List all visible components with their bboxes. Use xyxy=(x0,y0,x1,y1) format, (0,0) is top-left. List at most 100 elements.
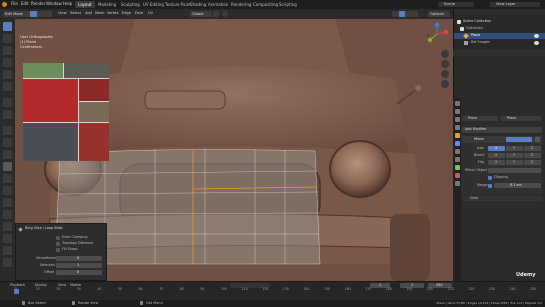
tab-layout[interactable]: Layout xyxy=(75,1,95,8)
visibility-eye-icon[interactable] xyxy=(534,34,539,38)
texture-tab-icon[interactable] xyxy=(455,181,460,186)
inset-tool-icon[interactable] xyxy=(3,138,12,147)
mirror-modifier-panel[interactable]: Mirror Axis X Y Z Bisect X Y Z Flip X Y … xyxy=(462,136,542,194)
modifier-tab-icon[interactable] xyxy=(455,141,460,146)
data-name-field[interactable]: Plane xyxy=(501,116,541,121)
offset-field[interactable]: 0 xyxy=(56,270,102,275)
panel-collapse-icon[interactable] xyxy=(18,227,23,232)
header-menu-view[interactable]: View xyxy=(58,11,67,16)
add-modifier-button[interactable]: Add Modifier xyxy=(462,127,542,133)
solid-shading-icon[interactable] xyxy=(399,11,405,17)
flip-y-toggle[interactable]: Y xyxy=(506,160,523,165)
rotate-tool-icon[interactable] xyxy=(3,58,12,67)
annotate-tool-icon[interactable] xyxy=(3,98,12,107)
menu-render[interactable]: Render xyxy=(31,2,45,6)
smoothness-field[interactable]: 0 xyxy=(56,256,102,261)
transform-tool-icon[interactable] xyxy=(3,82,12,91)
tab-sculpting[interactable]: Sculpting xyxy=(118,1,143,8)
menu-file[interactable]: File xyxy=(11,2,18,6)
navigation-gizmo[interactable] xyxy=(425,22,449,46)
header-menu-mesh[interactable]: Mesh xyxy=(95,11,104,16)
flip-x-toggle[interactable]: X xyxy=(488,160,505,165)
perspective-toggle-icon[interactable] xyxy=(441,80,449,88)
transform-orientation-dropdown[interactable]: Global xyxy=(190,11,212,17)
proportional-edit-icon[interactable] xyxy=(222,11,228,17)
menu-window[interactable]: Window xyxy=(46,2,62,6)
outliner-row-collection[interactable]: Collection xyxy=(454,26,545,32)
loop-cut-tool-icon[interactable] xyxy=(3,162,12,171)
knife-tool-icon[interactable] xyxy=(3,174,12,183)
snap-icon[interactable] xyxy=(213,11,219,17)
viewport-shading-buttons[interactable] xyxy=(392,11,418,17)
smooth-tool-icon[interactable] xyxy=(3,210,12,219)
object-tab-icon[interactable] xyxy=(455,133,460,138)
axis-x-toggle[interactable]: X xyxy=(488,146,505,151)
header-menu-select[interactable]: Select xyxy=(70,11,81,16)
view-layer-selector[interactable]: View Layer xyxy=(490,2,540,7)
data-subpanel-header[interactable]: Data xyxy=(462,196,542,201)
header-menu-add[interactable]: Add xyxy=(85,11,92,16)
visibility-eye-icon[interactable] xyxy=(534,41,539,45)
header-menu-edge[interactable]: Edge xyxy=(122,11,131,16)
bisect-y-toggle[interactable]: Y xyxy=(506,153,523,158)
header-menu-uv[interactable]: UV xyxy=(148,11,153,16)
constraint-tab-icon[interactable] xyxy=(455,157,460,162)
modifier-close-icon[interactable] xyxy=(535,137,540,142)
shrink-fatten-tool-icon[interactable] xyxy=(3,234,12,243)
merge-distance-field[interactable]: 0.1 cm xyxy=(494,183,541,188)
move-tool-icon[interactable] xyxy=(3,46,12,55)
flip-z-toggle[interactable]: Z xyxy=(524,160,541,165)
axis-y-toggle[interactable]: Y xyxy=(506,146,523,151)
tab-modeling[interactable]: Modeling xyxy=(95,1,119,8)
object-name-field[interactable]: Plane xyxy=(462,116,498,121)
output-tab-icon[interactable] xyxy=(455,117,460,122)
flip-x-label: X xyxy=(495,160,498,164)
select-mode-buttons[interactable] xyxy=(30,11,52,17)
rip-region-tool-icon[interactable] xyxy=(3,258,12,267)
merge-checkbox[interactable] xyxy=(488,184,492,188)
menu-edit[interactable]: Edit xyxy=(21,2,29,6)
cursor-tool-icon[interactable] xyxy=(3,34,12,43)
blender-logo-icon[interactable] xyxy=(2,2,7,7)
menu-help[interactable]: Help xyxy=(63,2,72,6)
options-dropdown[interactable]: Options xyxy=(428,11,450,17)
render-tab-icon[interactable] xyxy=(455,109,460,114)
shear-tool-icon[interactable] xyxy=(3,246,12,255)
checkbox-fill-sharp[interactable] xyxy=(56,248,60,252)
clipping-checkbox[interactable] xyxy=(488,176,492,180)
physics-tab-icon[interactable] xyxy=(455,149,460,154)
axis-z-toggle[interactable]: Z xyxy=(524,146,541,151)
spin-tool-icon[interactable] xyxy=(3,198,12,207)
bevel-tool-icon[interactable] xyxy=(3,150,12,159)
bisect-x-toggle[interactable]: X xyxy=(488,153,505,158)
edge-slide-tool-icon[interactable] xyxy=(3,222,12,231)
outliner-row-ref-images[interactable]: Ref Images xyxy=(454,40,545,46)
tab-scripting[interactable]: Scripting xyxy=(276,1,300,8)
data-tab-icon[interactable] xyxy=(455,165,460,170)
outliner-row-plane[interactable]: Plane xyxy=(454,33,545,39)
mode-dropdown[interactable]: Edit Mode xyxy=(3,11,31,17)
checkbox-even-clamping[interactable] xyxy=(56,236,60,240)
camera-view-icon[interactable] xyxy=(441,70,449,78)
material-tab-icon[interactable] xyxy=(455,173,460,178)
modifier-toggle-buttons[interactable] xyxy=(506,137,532,142)
scale-tool-icon[interactable] xyxy=(3,70,12,79)
header-menu-vertex[interactable]: Vertex xyxy=(107,11,119,16)
extrude-tool-icon[interactable] xyxy=(3,126,12,135)
zoom-icon[interactable] xyxy=(441,50,449,58)
poly-build-tool-icon[interactable] xyxy=(3,186,12,195)
selected-field[interactable]: 1 xyxy=(56,263,102,268)
select-box-tool-icon[interactable] xyxy=(3,22,12,31)
bisect-z-toggle[interactable]: Z xyxy=(524,153,541,158)
vertex-select-icon[interactable] xyxy=(30,11,37,17)
scene-selector[interactable]: Scene xyxy=(438,2,474,7)
tool-tab-icon[interactable] xyxy=(455,101,460,106)
measure-tool-icon[interactable] xyxy=(3,110,12,119)
checkbox-topology-distance[interactable] xyxy=(56,242,60,246)
mirror-object-field[interactable] xyxy=(488,168,541,173)
operator-redo-panel[interactable]: Ring Slice / Loop Slide Even Clamping To… xyxy=(15,223,107,281)
outliner[interactable]: Scene Collection Collection Plane Ref Im… xyxy=(453,9,545,49)
pan-icon[interactable] xyxy=(441,60,449,68)
header-menu-face[interactable]: Face xyxy=(135,11,143,16)
scene-tab-icon[interactable] xyxy=(455,125,460,130)
